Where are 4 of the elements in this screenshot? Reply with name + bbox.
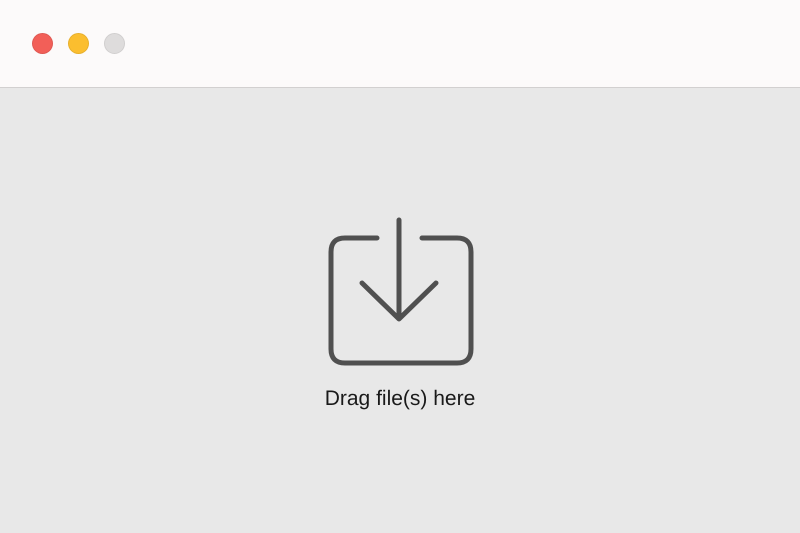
minimize-button[interactable]: [68, 33, 89, 54]
close-button[interactable]: [32, 33, 53, 54]
download-icon: [328, 217, 474, 367]
drop-hint: Drag file(s) here: [324, 387, 476, 411]
